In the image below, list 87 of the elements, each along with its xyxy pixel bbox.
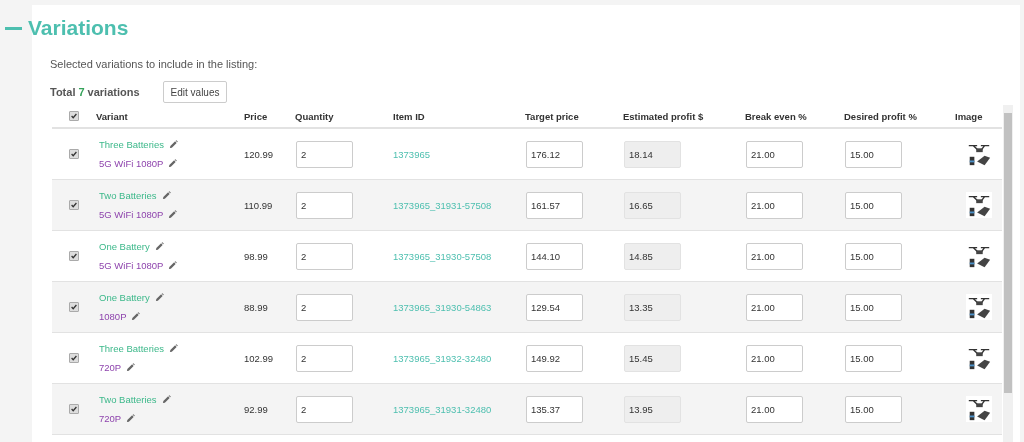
quantity-field[interactable]: 2 (296, 140, 353, 168)
pencil-icon[interactable] (161, 191, 171, 200)
pencil-icon[interactable] (168, 210, 178, 219)
break-even-field[interactable]: 21.00 (746, 344, 803, 372)
pencil-icon[interactable] (168, 159, 178, 168)
checkbox[interactable] (69, 251, 79, 261)
estimated-profit-field[interactable]: 13.35 (624, 293, 681, 321)
price-cell: 110.99 (244, 199, 273, 211)
checkbox[interactable] (69, 200, 79, 210)
estimated-profit-field[interactable]: 15.45 (624, 344, 681, 372)
pencil-icon[interactable] (154, 293, 164, 302)
total-suffix: variations (87, 86, 140, 98)
target-price-field[interactable]: 129.54 (526, 293, 583, 321)
pencil-icon[interactable] (126, 363, 136, 372)
variant-option: 720P (99, 413, 122, 424)
pencil-icon[interactable] (168, 140, 178, 149)
target-price-field[interactable]: 176.12 (526, 140, 583, 168)
variation-count: 7 (78, 86, 85, 98)
target-price-field[interactable]: 135.37 (526, 395, 583, 423)
quantity-field[interactable]: 2 (296, 293, 353, 321)
estimated-profit-field[interactable]: 13.95 (624, 395, 681, 423)
variant-option: One Battery (99, 292, 150, 303)
variant-option: Two Batteries (99, 394, 157, 405)
variant-option: Three Batteries (99, 139, 164, 150)
break-even-field[interactable]: 21.00 (746, 293, 803, 321)
column-header: Desired profit % (844, 110, 918, 122)
quantity-field[interactable]: 2 (296, 344, 353, 372)
quantity-field[interactable]: 2 (296, 395, 353, 423)
break-even-field[interactable]: 21.00 (746, 191, 803, 219)
checkbox[interactable] (69, 353, 79, 363)
pencil-icon[interactable] (131, 312, 141, 321)
target-price-field[interactable]: 161.57 (526, 191, 583, 219)
photo-placeholder (965, 191, 992, 219)
photo-placeholder (965, 293, 992, 321)
pencil-icon[interactable] (161, 395, 171, 404)
column-header: Image (955, 110, 984, 122)
pencil-icon[interactable] (126, 414, 136, 423)
target-price-field[interactable]: 144.10 (526, 242, 583, 270)
column-header: Estimated profit $ (623, 110, 705, 122)
desired-profit-field[interactable]: 15.00 (845, 344, 902, 372)
column-header: Variant (96, 110, 129, 122)
estimated-profit-field[interactable]: 18.14 (624, 140, 681, 168)
price-cell: 102.99 (244, 352, 274, 364)
desired-profit-field[interactable]: 15.00 (845, 293, 902, 321)
title-dash (5, 26, 22, 30)
section-title: Variations (28, 16, 129, 40)
variant-option: Three Batteries (99, 343, 164, 354)
variant-option: 5G WiFi 1080P (99, 209, 164, 220)
edit-values-button[interactable]: Edit values (162, 81, 228, 103)
estimated-profit-field[interactable]: 14.85 (624, 242, 681, 270)
price-cell: 120.99 (244, 148, 274, 160)
column-header: Target price (525, 110, 580, 122)
checkbox[interactable] (69, 404, 79, 414)
checkbox[interactable] (69, 149, 79, 159)
column-header: Price (244, 110, 269, 122)
price-cell: 98.99 (244, 250, 268, 262)
total-label: Total (50, 86, 76, 98)
break-even-field[interactable]: 21.00 (746, 242, 803, 270)
desired-profit-field[interactable]: 15.00 (845, 140, 902, 168)
desired-profit-field[interactable]: 15.00 (845, 191, 902, 219)
pencil-icon[interactable] (168, 344, 178, 353)
quantity-field[interactable]: 2 (296, 242, 353, 270)
desired-profit-field[interactable]: 15.00 (845, 395, 902, 423)
variant-option: 5G WiFi 1080P (99, 158, 164, 169)
column-header: Break even % (745, 110, 808, 122)
checkbox[interactable] (69, 111, 79, 121)
break-even-field[interactable]: 21.00 (746, 395, 803, 423)
price-cell: 88.99 (244, 301, 268, 313)
photo-placeholder (965, 395, 992, 423)
scrollbar[interactable] (1003, 105, 1013, 442)
variant-option: Two Batteries (99, 190, 157, 201)
estimated-profit-field[interactable]: 16.65 (624, 191, 681, 219)
checkbox[interactable] (69, 302, 79, 312)
variant-option: 1080P (99, 311, 127, 322)
quantity-field[interactable]: 2 (296, 191, 353, 219)
variant-option: 720P (99, 362, 122, 373)
variant-option: 5G WiFi 1080P (99, 260, 164, 271)
column-header: Item ID (393, 110, 426, 122)
pencil-icon[interactable] (154, 242, 164, 251)
instruction-text: Selected variations to include in the listing: (50, 58, 259, 70)
break-even-field[interactable]: 21.00 (746, 140, 803, 168)
pencil-icon[interactable] (168, 261, 178, 270)
column-header: Quantity (295, 110, 335, 122)
variant-option: One Battery (99, 241, 150, 252)
desired-profit-field[interactable]: 15.00 (845, 242, 902, 270)
target-price-field[interactable]: 149.92 (526, 344, 583, 372)
price-cell: 92.99 (244, 403, 268, 415)
